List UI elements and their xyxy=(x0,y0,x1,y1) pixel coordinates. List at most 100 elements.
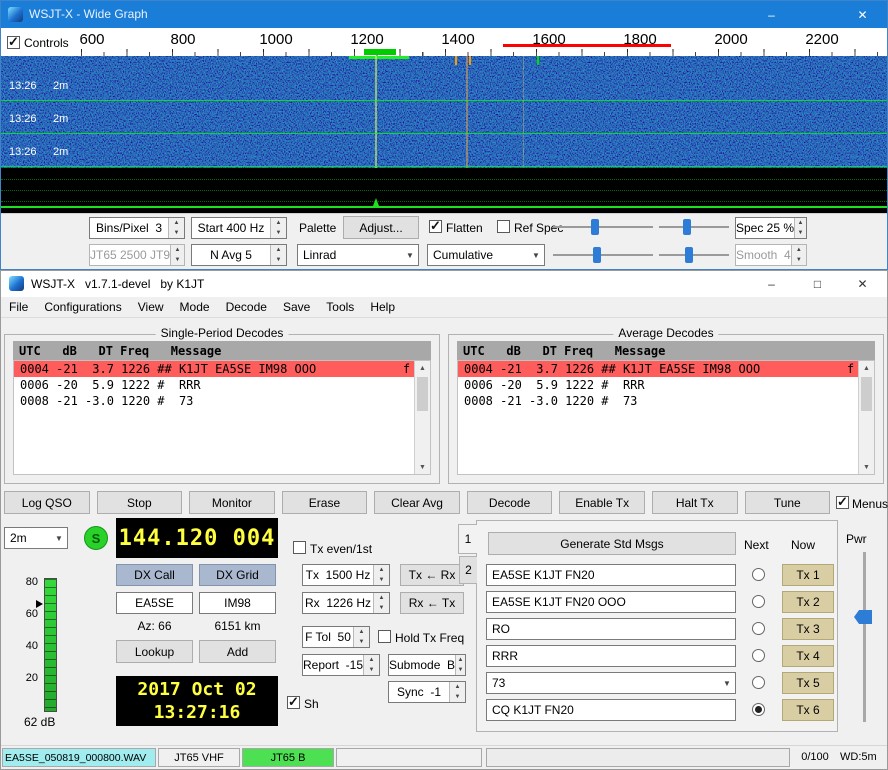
log-qso-button[interactable]: Log QSO xyxy=(4,491,90,514)
tab-2[interactable]: 2 xyxy=(459,556,477,584)
main-titlebar[interactable]: WSJT-X v1.7.1-devel by K1JT xyxy=(1,271,887,297)
tab-1[interactable]: 1 xyxy=(458,524,477,554)
spinner-arrows-icon[interactable] xyxy=(270,245,286,265)
band-combo[interactable]: 2m xyxy=(4,527,68,549)
spinner-arrows-icon[interactable] xyxy=(455,655,465,675)
tx4-next-radio[interactable] xyxy=(752,649,765,662)
tune-button[interactable]: Tune xyxy=(745,491,831,514)
spectrum-display[interactable] xyxy=(1,168,887,213)
dx-grid-button[interactable]: DX Grid xyxy=(199,564,276,586)
rx-from-tx-button[interactable]: Rx ← Tx xyxy=(400,592,464,614)
waterfall-display[interactable]: 13:26 2m 13:26 2m 13:26 2m xyxy=(1,56,887,168)
tx2-next-radio[interactable] xyxy=(752,595,765,608)
hold-tx-freq-checkbox[interactable] xyxy=(378,630,391,643)
tx5-now-button[interactable]: Tx 5 xyxy=(782,672,834,694)
dx-call-field[interactable]: EA5SE xyxy=(116,592,193,614)
sh-checkbox[interactable] xyxy=(287,696,300,709)
decode-row[interactable]: 0008 -21 -3.0 1220 # 73 xyxy=(458,393,874,409)
tx2-now-button[interactable]: Tx 2 xyxy=(782,591,834,613)
scrollbar[interactable] xyxy=(414,361,430,474)
menu-configurations[interactable]: Configurations xyxy=(36,300,129,314)
spinner-arrows-icon[interactable] xyxy=(168,218,184,238)
tx-from-rx-button[interactable]: Tx ← Rx xyxy=(400,564,464,586)
menu-save[interactable]: Save xyxy=(275,300,318,314)
controls-checkbox[interactable] xyxy=(7,36,20,49)
tx6-next-radio[interactable] xyxy=(752,703,765,716)
minimize-icon[interactable] xyxy=(749,271,794,297)
flatten-checkbox[interactable] xyxy=(429,220,442,233)
spinner-arrows-icon[interactable] xyxy=(353,627,369,647)
spinner-arrows-icon[interactable] xyxy=(373,565,389,585)
dx-call-button[interactable]: DX Call xyxy=(116,564,193,586)
waterfall-gain-slider[interactable] xyxy=(553,217,653,237)
menu-view[interactable]: View xyxy=(130,300,172,314)
spinner-arrows-icon[interactable] xyxy=(373,593,389,613)
monitor-button[interactable]: Monitor xyxy=(189,491,275,514)
decode-row[interactable]: 0008 -21 -3.0 1220 # 73 xyxy=(14,393,430,409)
ref-spec-checkbox[interactable] xyxy=(497,220,510,233)
frequency-scale[interactable]: Controls 600 800 1000 1200 1400 1600 180… xyxy=(1,28,887,56)
average-decodes-list[interactable]: 0004 -21 3.7 1226 ## K1JT EA5SE IM98 OOO… xyxy=(457,360,875,475)
halt-tx-button[interactable]: Halt Tx xyxy=(652,491,738,514)
tx4-message-field[interactable]: RRR xyxy=(486,645,736,667)
clear-avg-button[interactable]: Clear Avg xyxy=(374,491,460,514)
decode-row[interactable]: 0004 -21 3.7 1226 ## K1JT EA5SE IM98 OOO… xyxy=(458,361,874,377)
palette-combo[interactable]: Linrad xyxy=(297,244,419,266)
close-icon[interactable] xyxy=(840,271,885,297)
tx3-next-radio[interactable] xyxy=(752,622,765,635)
decode-button[interactable]: Decode xyxy=(467,491,553,514)
smooth-spinner[interactable]: Smooth 4 xyxy=(735,244,807,266)
menu-tools[interactable]: Tools xyxy=(318,300,362,314)
single-period-decodes-list[interactable]: 0004 -21 3.7 1226 ## K1JT EA5SE IM98 OOO… xyxy=(13,360,431,475)
spinner-arrows-icon[interactable] xyxy=(449,682,465,702)
scrollbar[interactable] xyxy=(858,361,874,474)
pwr-slider-track[interactable] xyxy=(863,552,866,722)
rx-freq-spinner[interactable]: Rx 1226 Hz xyxy=(302,592,390,614)
report-spinner[interactable]: Report -15 xyxy=(302,654,380,676)
minimize-icon[interactable] xyxy=(749,1,794,29)
start-freq-spinner[interactable]: Start 400 Hz xyxy=(191,217,287,239)
decode-row[interactable]: 0004 -21 3.7 1226 ## K1JT EA5SE IM98 OOO… xyxy=(14,361,430,377)
tx6-now-button[interactable]: Tx 6 xyxy=(782,699,834,721)
decode-row[interactable]: 0006 -20 5.9 1222 # RRR xyxy=(14,377,430,393)
frequency-display[interactable]: 144.120 004 xyxy=(116,518,278,558)
rig-status-indicator[interactable]: S xyxy=(84,526,108,550)
spinner-arrows-icon[interactable] xyxy=(363,655,379,675)
dx-grid-field[interactable]: IM98 xyxy=(199,592,276,614)
spec-percent-spinner[interactable]: Spec 25 % xyxy=(735,217,807,239)
spectrum-zero-slider[interactable] xyxy=(659,245,729,265)
jt65-jt9-split-spinner[interactable]: JT65 2500 JT9 xyxy=(89,244,185,266)
menu-mode[interactable]: Mode xyxy=(172,300,218,314)
menu-help[interactable]: Help xyxy=(362,300,403,314)
generate-std-msgs-button[interactable]: Generate Std Msgs xyxy=(488,532,736,555)
tx1-next-radio[interactable] xyxy=(752,568,765,581)
menus-checkbox[interactable] xyxy=(836,496,849,509)
tx-even-checkbox[interactable] xyxy=(293,541,306,554)
enable-tx-button[interactable]: Enable Tx xyxy=(559,491,645,514)
tx1-message-field[interactable]: EA5SE K1JT FN20 xyxy=(486,564,736,586)
maximize-icon[interactable] xyxy=(795,271,840,297)
spectrum-gain-slider[interactable] xyxy=(553,245,653,265)
adjust-button[interactable]: Adjust... xyxy=(343,216,419,239)
stop-button[interactable]: Stop xyxy=(97,491,183,514)
tx3-now-button[interactable]: Tx 3 xyxy=(782,618,834,640)
menu-file[interactable]: File xyxy=(1,300,36,314)
spinner-arrows-icon[interactable] xyxy=(170,245,184,265)
add-button[interactable]: Add xyxy=(199,640,276,663)
lookup-button[interactable]: Lookup xyxy=(116,640,193,663)
erase-button[interactable]: Erase xyxy=(282,491,368,514)
tx5-next-radio[interactable] xyxy=(752,676,765,689)
close-icon[interactable] xyxy=(840,1,885,29)
spinner-arrows-icon[interactable] xyxy=(794,218,806,238)
menu-decode[interactable]: Decode xyxy=(218,300,275,314)
submode-spinner[interactable]: Submode B xyxy=(388,654,466,676)
tx5-message-combo[interactable]: 73 xyxy=(486,672,736,694)
tx4-now-button[interactable]: Tx 4 xyxy=(782,645,834,667)
spectrum-type-combo[interactable]: Cumulative xyxy=(427,244,545,266)
tx2-message-field[interactable]: EA5SE K1JT FN20 OOO xyxy=(486,591,736,613)
waterfall-zero-slider[interactable] xyxy=(659,217,729,237)
tx6-message-field[interactable]: CQ K1JT FN20 xyxy=(486,699,736,721)
decode-row[interactable]: 0006 -20 5.9 1222 # RRR xyxy=(458,377,874,393)
n-avg-spinner[interactable]: N Avg 5 xyxy=(191,244,287,266)
tx-freq-spinner[interactable]: Tx 1500 Hz xyxy=(302,564,390,586)
